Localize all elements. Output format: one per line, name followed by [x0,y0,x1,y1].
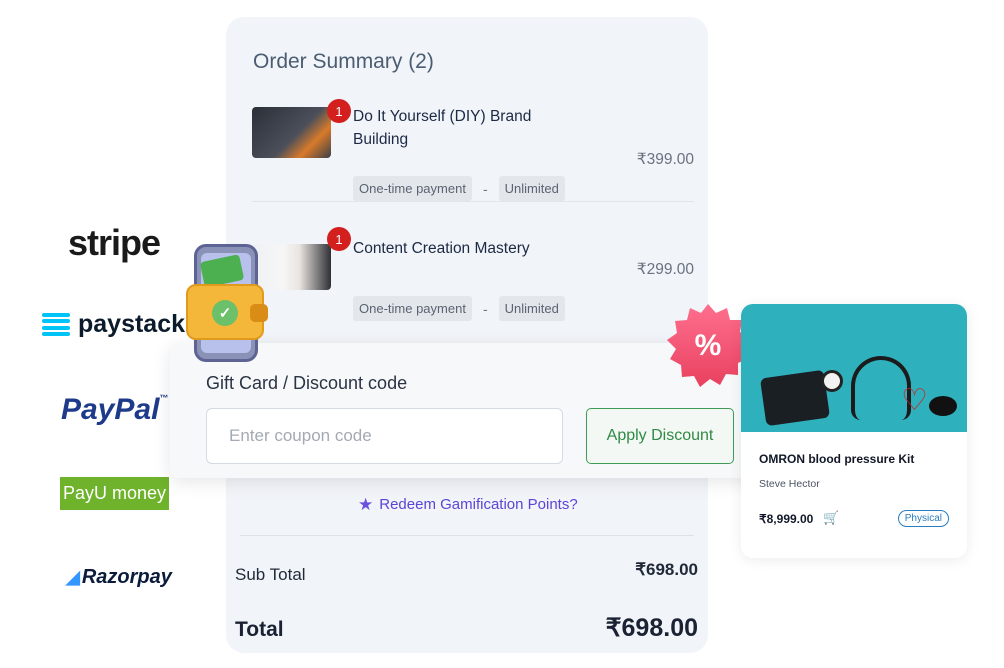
product-name[interactable]: OMRON blood pressure Kit [759,452,914,466]
item-tags: One-time payment - Unlimited [353,296,565,321]
razorpay-logo-text: Razorpay [81,566,172,588]
course-thumbnail[interactable] [252,107,331,158]
order-summary-title: Order Summary (2) [253,50,434,73]
course-title[interactable]: Content Creation Mastery [353,237,533,260]
item-divider [252,201,694,202]
discount-title: Gift Card / Discount code [206,373,408,393]
stripe-logo: stripe [68,222,161,263]
item-price: ₹299.00 [636,261,694,278]
percent-symbol: % [694,329,722,362]
bp-cuff-icon [759,369,831,427]
apply-discount-button[interactable]: Apply Discount [586,408,734,464]
paypal-logo: PayPal™ [61,393,168,427]
cart-icon[interactable]: 🛒 [823,510,839,526]
payment-type-chip: One-time payment [353,296,472,321]
wallet-phone-icon: ✓ [186,244,270,364]
item-tags: One-time payment - Unlimited [353,176,565,201]
discount-percent-icon: % [664,302,752,390]
paypal-trademark: ™ [159,393,169,403]
product-price: ₹8,999.00 [759,512,814,526]
course-title[interactable]: Do It Yourself (DIY) Brand Building [353,105,533,151]
razorpay-logo: ◢ Razorpay [66,566,172,589]
access-chip: Unlimited [498,176,565,201]
quantity-badge: 1 [327,99,351,123]
heart-icon: ♡ [901,384,928,417]
redeem-points-label: Redeem Gamification Points? [379,496,578,513]
razorpay-mark-icon: ◢ [66,567,80,587]
access-chip: Unlimited [498,296,565,321]
quantity-badge: 1 [327,227,351,251]
chip-separator: - [482,300,488,317]
product-type-badge: Physical [897,510,949,527]
redeem-points-link[interactable]: ★ Redeem Gamification Points? [358,496,578,513]
paystack-mark-icon [42,312,70,337]
paystack-logo-text: paystack [78,310,186,338]
order-summary-card: Order Summary (2) 1 Do It Yourself (DIY)… [226,17,708,653]
paypal-logo-text: PayPal [61,393,160,426]
wallet-icon: ✓ [186,284,268,340]
coupon-code-input[interactable] [206,408,563,464]
payment-type-chip: One-time payment [353,176,472,201]
subtotal-label: Sub Total [235,565,306,584]
paystack-logo: paystack [42,310,185,339]
product-card[interactable]: ♡ OMRON blood pressure Kit Steve Hector … [741,304,967,558]
total-value: ₹698.00 [605,614,698,642]
gauge-icon [821,370,843,392]
check-icon: ✓ [212,300,238,326]
item-price: ₹399.00 [636,151,694,168]
pump-bulb-icon [929,396,957,416]
star-icon: ★ [358,495,374,514]
total-label: Total [235,618,284,641]
product-author: Steve Hector [759,478,820,490]
product-image[interactable]: ♡ [741,304,967,432]
chip-separator: - [482,180,488,197]
totals-divider [240,535,694,536]
subtotal-value: ₹698.00 [635,560,698,579]
payumoney-logo: PayU money [60,477,169,510]
